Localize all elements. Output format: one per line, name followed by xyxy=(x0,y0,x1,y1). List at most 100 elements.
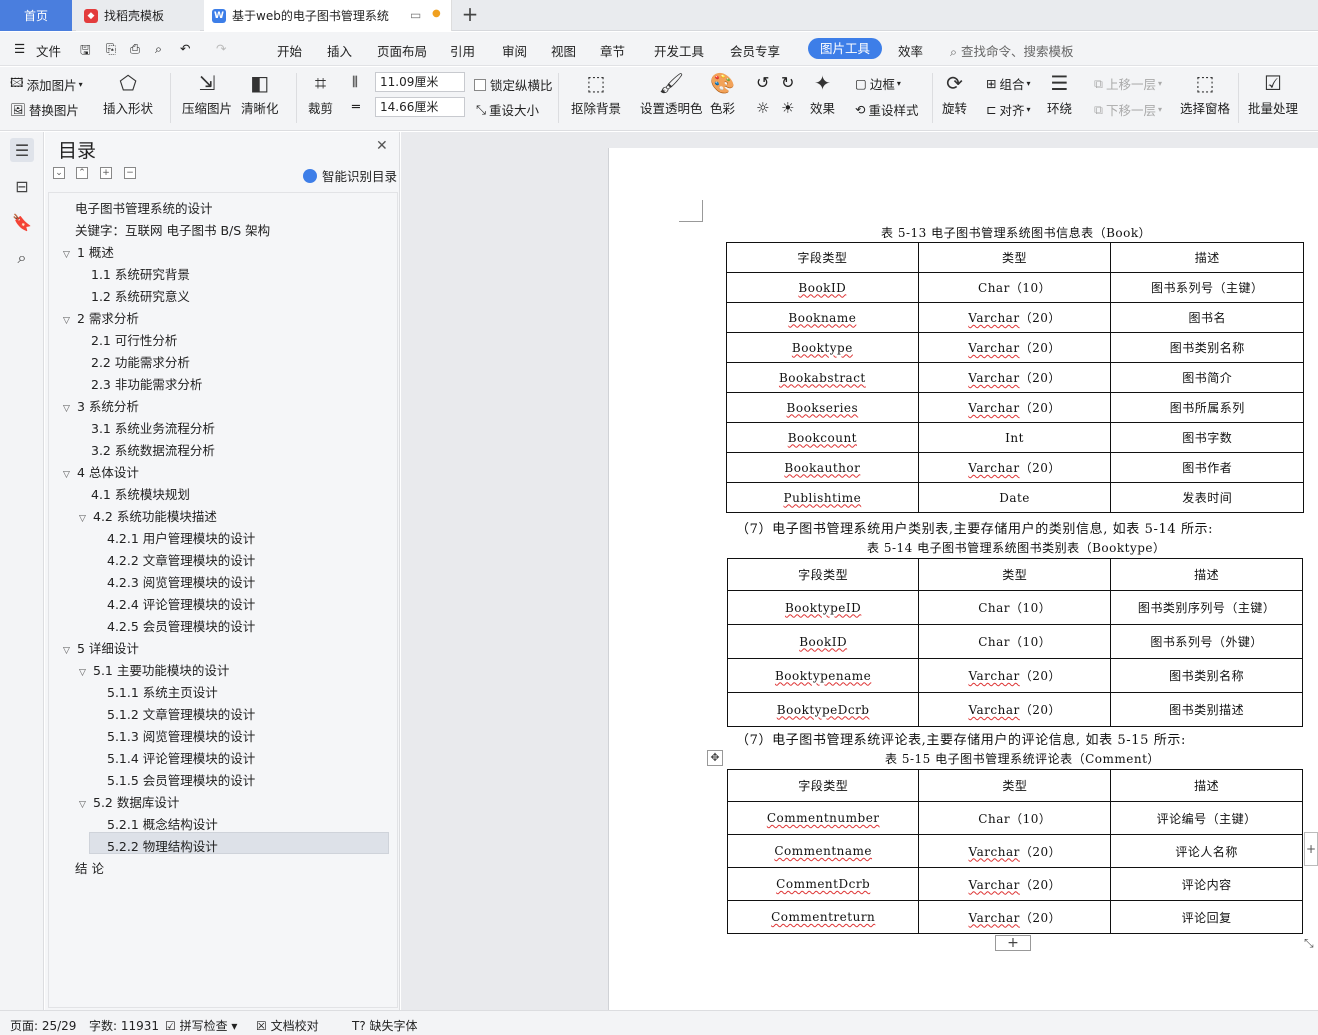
book-type-table[interactable]: 字段类型 类型 描述 BooktypeID Char（10） 图书类别序列号（主键） Boo… xyxy=(726,558,1303,727)
chevron-down-icon[interactable]: ▽ xyxy=(63,640,77,662)
menu-insert[interactable]: 插入 xyxy=(327,41,352,60)
table-cell[interactable]: Booktype xyxy=(726,332,919,363)
brightness-down-icon[interactable]: ☼ xyxy=(756,99,769,117)
monitor-icon[interactable]: ▭ xyxy=(410,8,421,22)
toc-item[interactable]: 2.1 可行性分析 xyxy=(91,330,177,352)
redo-icon[interactable]: ↷ xyxy=(216,41,226,56)
toc-item[interactable]: 4.1 系统模块规划 xyxy=(91,484,190,506)
toc-item[interactable]: 3.1 系统业务流程分析 xyxy=(91,418,215,440)
expand-all-icon[interactable]: ⌄ xyxy=(53,167,65,179)
doc-proof-button[interactable]: ☒ 文档校对 xyxy=(256,1017,319,1034)
print-preview-icon[interactable]: ⌕ xyxy=(155,41,162,57)
table-cell[interactable]: 图书类别描述 xyxy=(1110,692,1303,727)
chevron-down-icon[interactable]: ▽ xyxy=(63,464,77,486)
toc-item[interactable]: 4.2.3 阅览管理模块的设计 xyxy=(107,572,255,594)
toc-item[interactable]: ▽ 4 总体设计 xyxy=(63,462,139,484)
menu-view[interactable]: 视图 xyxy=(551,41,576,60)
crop-button[interactable]: ⌗ 裁剪 xyxy=(308,70,333,117)
menu-layout[interactable]: 页面布局 xyxy=(377,41,427,60)
table-cell[interactable]: Varchar（20） xyxy=(918,900,1112,934)
toc-item[interactable]: 3.2 系统数据流程分析 xyxy=(91,440,215,462)
table-header-cell[interactable]: 描述 xyxy=(1110,242,1304,273)
print-icon[interactable]: ⎙ xyxy=(130,41,140,57)
remove-background-button[interactable]: ⬚ 抠除背景 xyxy=(571,70,621,117)
table-cell[interactable]: Date xyxy=(917,482,1112,513)
table-cell[interactable]: 图书类别序列号（主键） xyxy=(1110,590,1303,625)
add-heading-icon[interactable]: + xyxy=(100,167,112,179)
compress-picture-button[interactable]: ⇲ 压缩图片 xyxy=(182,70,232,117)
toc-panel-icon[interactable]: ☰ xyxy=(10,138,34,162)
table-cell[interactable]: 评论编号（主键） xyxy=(1110,801,1303,835)
menu-member[interactable]: 会员专享 xyxy=(730,41,780,60)
table-header-cell[interactable]: 字段类型 xyxy=(726,242,919,273)
table-cell[interactable]: 发表时间 xyxy=(1110,482,1304,513)
width-input[interactable]: 14.66厘米 xyxy=(375,97,465,117)
send-backward-button[interactable]: ⧉ 下移一层 ▾ xyxy=(1094,100,1162,119)
table-cell[interactable]: Varchar（20） xyxy=(917,392,1112,423)
toc-item[interactable]: 5.1.1 系统主页设计 xyxy=(107,682,218,704)
chevron-down-icon[interactable]: ▽ xyxy=(63,310,77,332)
effect-button[interactable]: ✦ 效果 xyxy=(810,70,835,117)
toc-item[interactable]: 5.2.1 概念结构设计 xyxy=(107,814,218,836)
toc-item-selected[interactable]: 5.1.5 会员管理模块的设计 xyxy=(107,770,255,792)
table-cell[interactable]: 评论人名称 xyxy=(1110,834,1303,868)
toc-item[interactable]: ▽ 4.2 系统功能模块描述 xyxy=(79,506,217,528)
toc-item[interactable]: 2.3 非功能需求分析 xyxy=(91,374,202,396)
table-cell[interactable]: 图书字数 xyxy=(1110,422,1304,453)
table-cell[interactable]: 评论回复 xyxy=(1110,900,1303,934)
document-page[interactable]: 表 5-13 电子图书管理系统图书信息表（Book） 字段类型 类型 描述 BookI… xyxy=(608,148,1318,1010)
reset-style-button[interactable]: ⟲ 重设样式 xyxy=(855,100,919,119)
toc-item[interactable]: 关键字：互联网 电子图书 B/S 架构 xyxy=(75,220,270,242)
table-header-cell[interactable]: 类型 xyxy=(918,769,1112,802)
toc-item[interactable]: 5.1.2 文章管理模块的设计 xyxy=(107,704,255,726)
table-cell[interactable]: Varchar（20） xyxy=(917,302,1112,333)
table-header-cell[interactable]: 类型 xyxy=(917,242,1112,273)
wrap-button[interactable]: ☰ 环绕 xyxy=(1047,70,1072,117)
chevron-down-icon[interactable]: ▽ xyxy=(79,794,93,816)
height-input[interactable]: 11.09厘米 xyxy=(375,72,465,92)
table-cell[interactable]: Bookauthor xyxy=(726,452,919,483)
selection-pane-button[interactable]: ⬚ 选择窗格 xyxy=(1180,70,1230,117)
undo-icon[interactable]: ↶ xyxy=(180,41,190,56)
table-header-cell[interactable]: 字段类型 xyxy=(726,769,920,802)
reset-size-button[interactable]: ⤡ 重设大小 xyxy=(476,100,539,119)
toc-item[interactable]: 4.2.2 文章管理模块的设计 xyxy=(107,550,255,572)
table-cell[interactable]: Varchar（20） xyxy=(917,332,1112,363)
rotate-right-small-icon[interactable]: ↻ xyxy=(781,73,794,92)
set-transparent-button[interactable]: 🖌 设置透明色 xyxy=(640,70,703,117)
color-button[interactable]: 🎨 色彩 xyxy=(710,70,735,117)
bookmark-icon[interactable]: 🔖 xyxy=(10,210,34,234)
chevron-down-icon[interactable]: ▽ xyxy=(63,398,77,420)
table-resize-icon[interactable]: ⤡ xyxy=(1304,936,1314,951)
menu-chapter[interactable]: 章节 xyxy=(600,41,625,60)
comment-table[interactable]: 字段类型 类型 描述 Commentnumber Char（10） 评论编号（主键） Com… xyxy=(726,769,1303,934)
hamburger-icon[interactable]: ☰ xyxy=(14,41,25,56)
table-cell[interactable]: 图书名 xyxy=(1110,302,1304,333)
table-cell[interactable]: 图书所属系列 xyxy=(1110,392,1304,423)
chevron-down-icon[interactable]: ▽ xyxy=(79,662,93,684)
add-column-plus-icon[interactable]: + xyxy=(1304,832,1318,866)
table-cell[interactable]: Varchar（20） xyxy=(918,692,1112,727)
toc-item[interactable]: 4.2.5 会员管理模块的设计 xyxy=(107,616,255,638)
table-cell[interactable]: BooktypeID xyxy=(726,590,920,625)
table-cell[interactable]: 评论内容 xyxy=(1110,867,1303,901)
align-button[interactable]: ⊏ 对齐 ▾ xyxy=(986,100,1031,119)
spell-check-button[interactable]: ☑ 拼写检查 ▾ xyxy=(165,1017,237,1034)
find-icon[interactable]: ⌕ xyxy=(10,246,34,270)
rotate-left-small-icon[interactable]: ↺ xyxy=(756,73,769,92)
table-cell[interactable]: 图书系列号（外键） xyxy=(1110,624,1303,659)
new-tab-plus-icon[interactable]: + xyxy=(458,4,482,26)
smart-toc-button[interactable]: 智能识别目录 xyxy=(303,166,397,185)
toc-item[interactable]: ▽ 5.2 数据库设计 xyxy=(79,792,179,814)
toc-item[interactable]: ▽ 3 系统分析 xyxy=(63,396,139,418)
document-canvas[interactable]: 表 5-13 电子图书管理系统图书信息表（Book） 字段类型 类型 描述 BookI… xyxy=(401,132,1318,1010)
table-cell[interactable]: 图书作者 xyxy=(1110,452,1304,483)
group-button[interactable]: ⊞ 组合 ▾ xyxy=(986,74,1031,93)
table-cell[interactable]: Varchar（20） xyxy=(918,658,1112,693)
toc-item[interactable]: 5.1.4 评论管理模块的设计 xyxy=(107,748,255,770)
toc-item[interactable]: 5.1.3 阅览管理模块的设计 xyxy=(107,726,255,748)
toc-item[interactable]: ▽ 2 需求分析 xyxy=(63,308,139,330)
toc-item[interactable]: 1.2 系统研究意义 xyxy=(91,286,190,308)
word-count[interactable]: 字数: 11931 xyxy=(89,1017,159,1034)
table-cell[interactable]: Commentreturn xyxy=(726,900,920,934)
